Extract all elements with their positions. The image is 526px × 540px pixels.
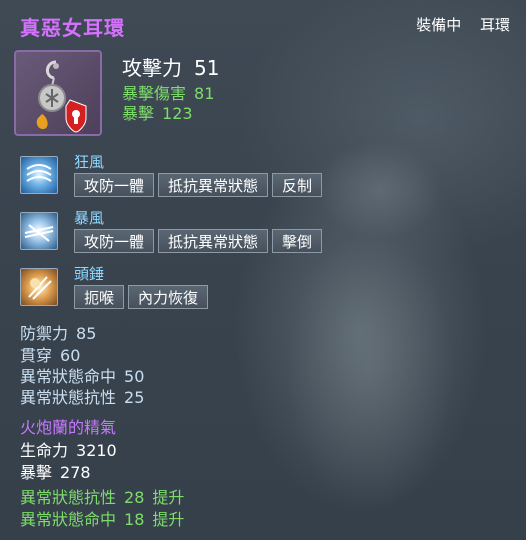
earring-icon <box>14 50 102 136</box>
skill-tag[interactable]: 內力恢復 <box>128 285 209 309</box>
item-name: 真惡女耳環 <box>20 16 125 40</box>
stat-label: 防禦力 <box>20 324 69 343</box>
attack-stat: 攻擊力 51 <box>122 52 219 81</box>
crit-damage-value: 81 <box>194 84 215 103</box>
storm-skill-icon <box>20 212 58 250</box>
skill-tag[interactable]: 攻防一體 <box>74 173 155 197</box>
status-resist-stat: 異常狀態抗性 25 <box>20 384 144 408</box>
set-bonus-name: 火炮蘭的精氣 <box>20 418 117 437</box>
item-tooltip: 真惡女耳環 裝備中 耳環 攻擊力 51 暴擊傷害 81 暴擊 123 狂風 攻防一體 … <box>0 0 526 540</box>
skill-tag[interactable]: 反制 <box>272 173 323 197</box>
stat-label: 暴擊 <box>20 463 53 482</box>
equipped-label: 裝備中 <box>416 16 462 34</box>
accuracy-upgrade: 異常狀態命中 18 提升 <box>20 506 184 530</box>
crit-value: 123 <box>162 104 193 123</box>
skill-name-storm: 暴風 <box>74 209 105 227</box>
skill-name-headbutt: 頭錘 <box>74 265 105 283</box>
skill-tags-headbutt: 扼喉 內力恢復 <box>74 285 209 309</box>
stat-value: 3210 <box>76 441 117 460</box>
background-art <box>250 40 510 540</box>
skill-tag[interactable]: 扼喉 <box>74 285 125 309</box>
skill-tag[interactable]: 抵抗異常狀態 <box>158 173 269 197</box>
whirlwind-skill-icon <box>20 156 58 194</box>
attack-label: 攻擊力 <box>122 56 182 80</box>
stat-value: 28 <box>124 488 145 507</box>
upgrade-suffix: 提升 <box>152 510 185 529</box>
headbutt-skill-icon <box>20 268 58 306</box>
upgrade-suffix: 提升 <box>152 488 185 507</box>
crit-stat: 暴擊 123 <box>122 100 193 124</box>
stat-label: 異常狀態抗性 <box>20 388 117 407</box>
skill-tags-storm: 攻防一體 抵抗異常狀態 擊倒 <box>74 229 323 253</box>
crit-bonus-stat: 暴擊 278 <box>20 459 91 483</box>
crit-label: 暴擊 <box>122 104 155 123</box>
stat-value: 278 <box>60 463 91 482</box>
stat-value: 18 <box>124 510 145 529</box>
attack-value: 51 <box>194 56 220 80</box>
stat-value: 25 <box>124 388 145 407</box>
slot-label: 耳環 <box>479 16 510 34</box>
stat-label: 異常狀態抗性 <box>20 488 117 507</box>
skill-tags-whirlwind: 攻防一體 抵抗異常狀態 反制 <box>74 173 323 197</box>
stat-label: 生命力 <box>20 441 69 460</box>
equip-status: 裝備中 耳環 <box>402 14 510 35</box>
defense-stat: 防禦力 85 <box>20 320 96 344</box>
stat-value: 85 <box>76 324 97 343</box>
resist-upgrade: 異常狀態抗性 28 提升 <box>20 484 184 508</box>
hp-stat: 生命力 3210 <box>20 437 117 461</box>
skill-tag[interactable]: 攻防一體 <box>74 229 155 253</box>
skill-tag[interactable]: 抵抗異常狀態 <box>158 229 269 253</box>
skill-name-whirlwind: 狂風 <box>74 153 105 171</box>
skill-tag[interactable]: 擊倒 <box>272 229 323 253</box>
stat-label: 異常狀態命中 <box>20 510 117 529</box>
